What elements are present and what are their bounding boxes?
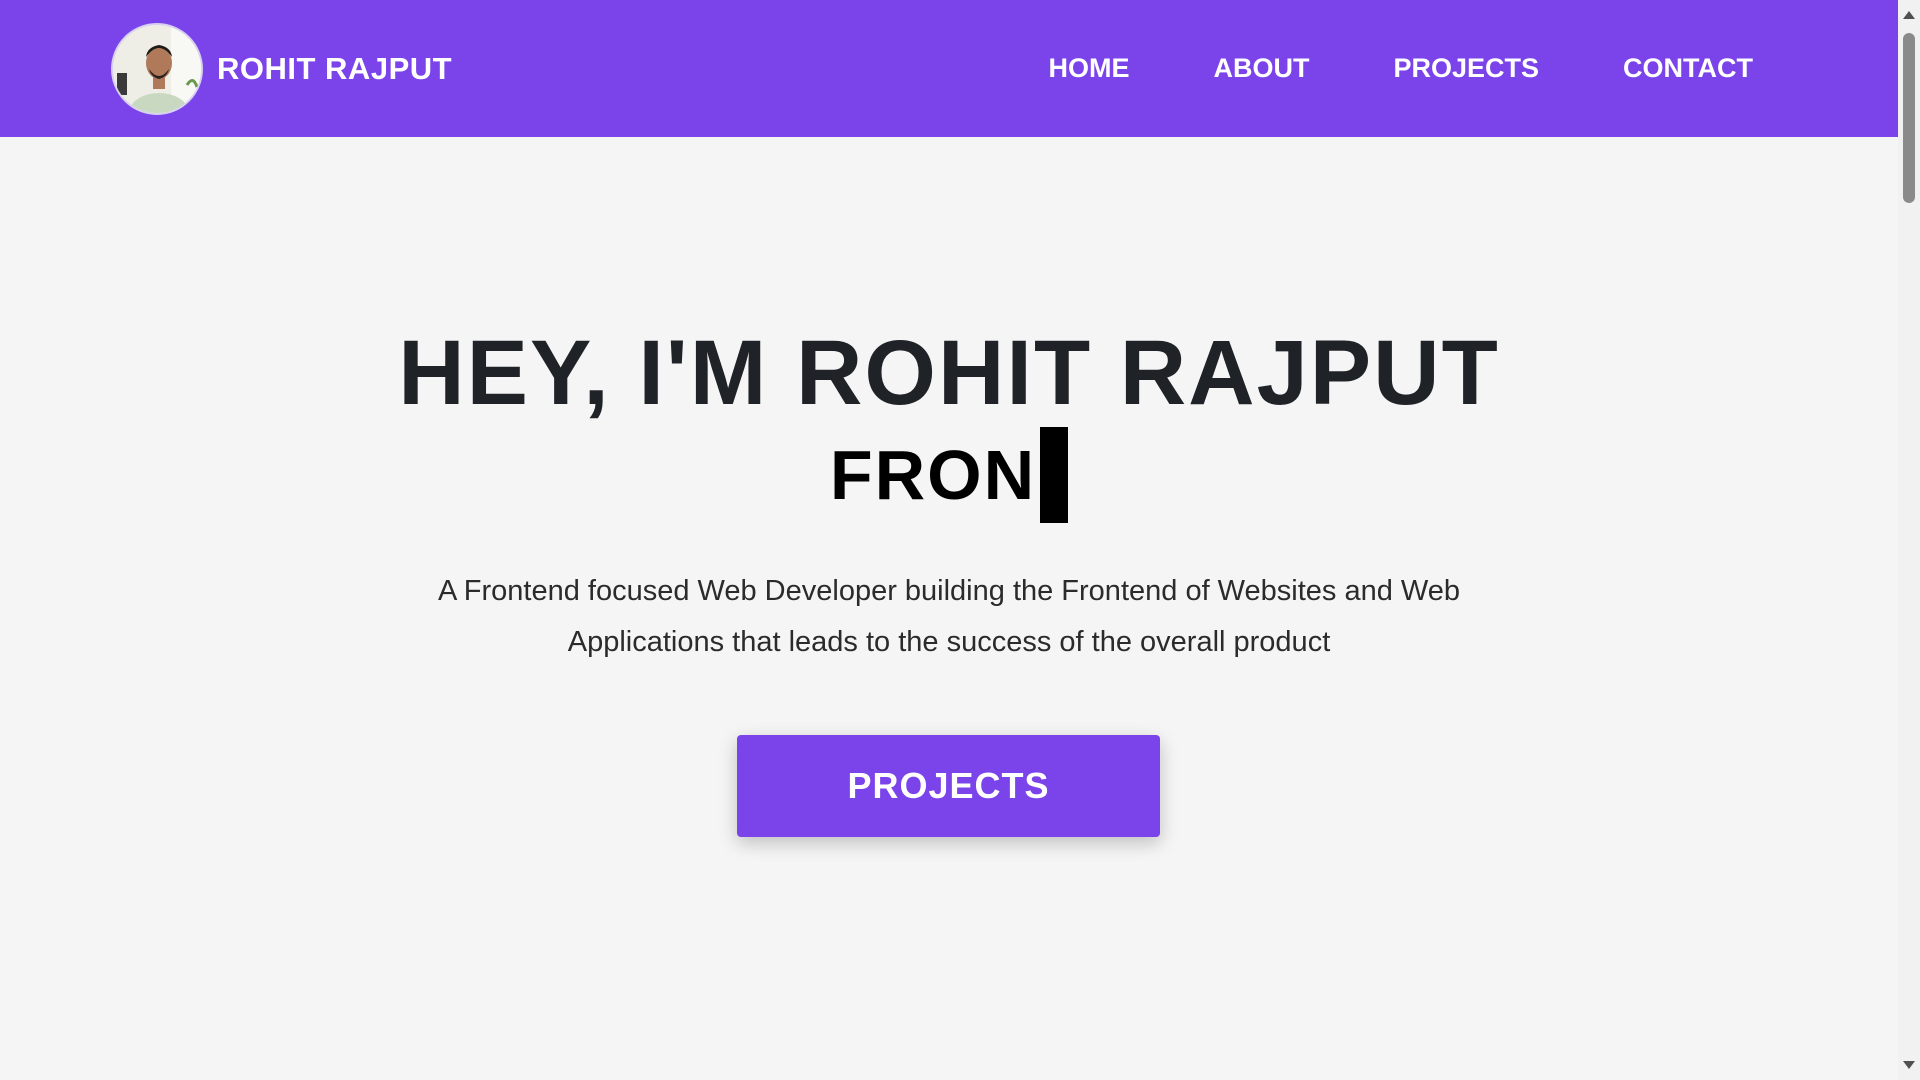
- scroll-up-icon[interactable]: [1903, 11, 1915, 19]
- typed-headline: FRON: [0, 427, 1898, 523]
- hero-section: HEY, I'M ROHIT RAJPUT FRON A Frontend fo…: [0, 137, 1898, 1080]
- site-header: ROHIT RAJPUT HOME ABOUT PROJECTS CONTACT: [0, 0, 1898, 137]
- main-nav: HOME ABOUT PROJECTS CONTACT: [964, 0, 1753, 137]
- vertical-scrollbar[interactable]: [1898, 0, 1920, 1080]
- projects-button[interactable]: PROJECTS: [737, 735, 1160, 837]
- hero-title: HEY, I'M ROHIT RAJPUT: [398, 322, 1500, 424]
- nav-projects[interactable]: PROJECTS: [1393, 53, 1539, 84]
- brand-name: ROHIT RAJPUT: [217, 51, 453, 86]
- nav-contact[interactable]: CONTACT: [1623, 53, 1753, 84]
- profile-photo-icon: [113, 25, 201, 113]
- nav-home[interactable]: HOME: [1048, 53, 1129, 84]
- typed-text: FRON: [829, 436, 1037, 514]
- nav-about[interactable]: ABOUT: [1213, 53, 1309, 84]
- scroll-down-icon[interactable]: [1903, 1061, 1915, 1069]
- page: ROHIT RAJPUT HOME ABOUT PROJECTS CONTACT…: [0, 0, 1920, 1080]
- scroll-thumb[interactable]: [1903, 33, 1915, 203]
- brand-link[interactable]: ROHIT RAJPUT: [111, 23, 452, 115]
- hero-description: A Frontend focused Web Developer buildin…: [437, 575, 1461, 658]
- avatar: [111, 23, 203, 115]
- typing-cursor: [1040, 427, 1069, 523]
